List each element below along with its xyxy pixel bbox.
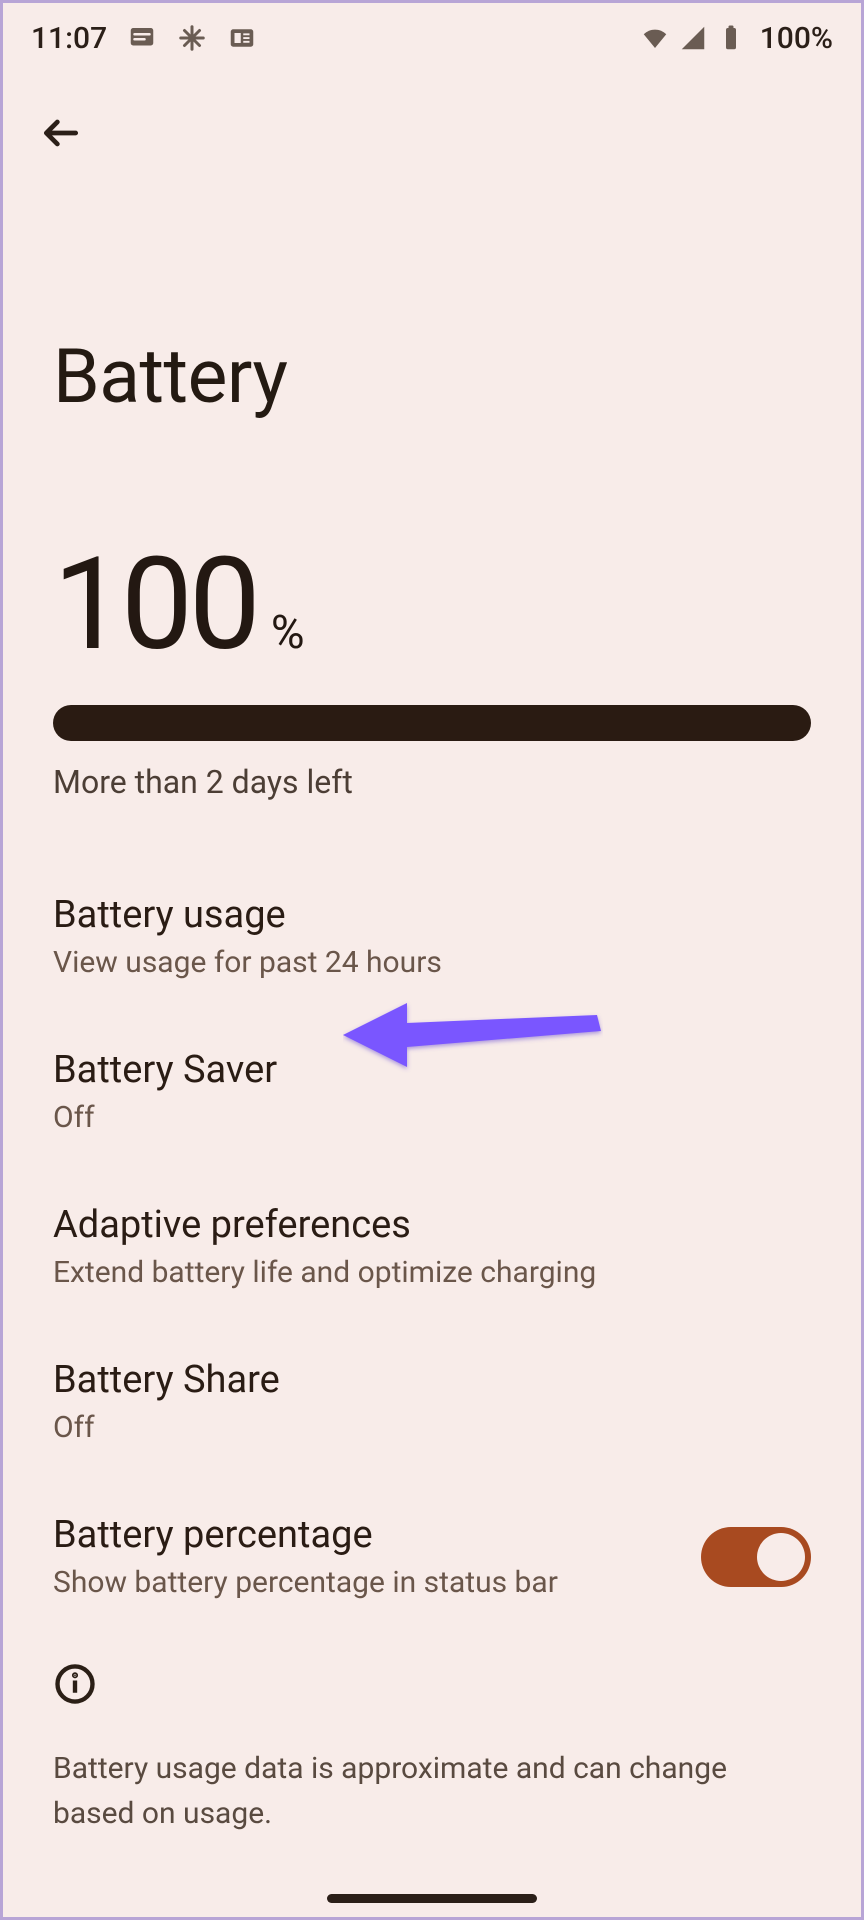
back-button[interactable] — [31, 103, 91, 163]
gesture-nav-bar[interactable] — [327, 1894, 537, 1903]
battery-level-unit: % — [271, 606, 305, 660]
setting-title: Battery Share — [53, 1358, 811, 1402]
setting-subtitle: Off — [53, 1410, 811, 1445]
battery-estimate: More than 2 days left — [53, 763, 811, 801]
setting-subtitle: Show battery percentage in status bar — [53, 1565, 681, 1600]
status-time: 11:07 — [31, 21, 107, 56]
app-bar — [3, 73, 861, 163]
toggle-knob — [757, 1533, 805, 1581]
setting-subtitle: Off — [53, 1100, 811, 1135]
status-bar: 11:07 100% — [3, 3, 861, 73]
battery-icon — [716, 23, 746, 53]
setting-battery-percentage[interactable]: Battery percentage Show battery percenta… — [53, 1481, 811, 1636]
status-right: 100% — [640, 21, 833, 56]
setting-battery-saver[interactable]: Battery Saver Off — [53, 1016, 811, 1171]
battery-level-row: 100 % — [53, 541, 811, 669]
settings-list: Battery usage View usage for past 24 hou… — [3, 801, 861, 1636]
setting-battery-usage[interactable]: Battery usage View usage for past 24 hou… — [53, 861, 811, 1016]
page-title: Battery — [53, 333, 811, 421]
battery-level-value: 100 — [53, 541, 257, 669]
photos-sync-icon — [177, 23, 207, 53]
setting-adaptive-preferences[interactable]: Adaptive preferences Extend battery life… — [53, 1171, 811, 1326]
setting-title: Battery percentage — [53, 1513, 681, 1557]
setting-subtitle: Extend battery life and optimize chargin… — [53, 1255, 811, 1290]
news-icon — [227, 23, 257, 53]
setting-title: Battery usage — [53, 893, 811, 937]
info-section: Battery usage data is approximate and ca… — [3, 1636, 861, 1836]
info-icon — [53, 1662, 97, 1706]
setting-subtitle: View usage for past 24 hours — [53, 945, 811, 980]
cellular-icon — [678, 23, 708, 53]
status-left: 11:07 — [31, 21, 257, 56]
title-area: Battery — [3, 163, 861, 421]
status-battery-percent: 100% — [760, 21, 833, 56]
battery-percentage-toggle[interactable] — [701, 1527, 811, 1587]
battery-settings-screen: 11:07 100% — [0, 0, 864, 1920]
battery-progress-bar — [53, 705, 811, 741]
arrow-left-icon — [39, 111, 83, 155]
info-text: Battery usage data is approximate and ca… — [53, 1746, 811, 1836]
messages-icon — [127, 23, 157, 53]
setting-title: Battery Saver — [53, 1048, 811, 1092]
battery-level-section: 100 % More than 2 days left — [3, 421, 861, 801]
setting-battery-share[interactable]: Battery Share Off — [53, 1326, 811, 1481]
setting-title: Adaptive preferences — [53, 1203, 811, 1247]
wifi-icon — [640, 23, 670, 53]
